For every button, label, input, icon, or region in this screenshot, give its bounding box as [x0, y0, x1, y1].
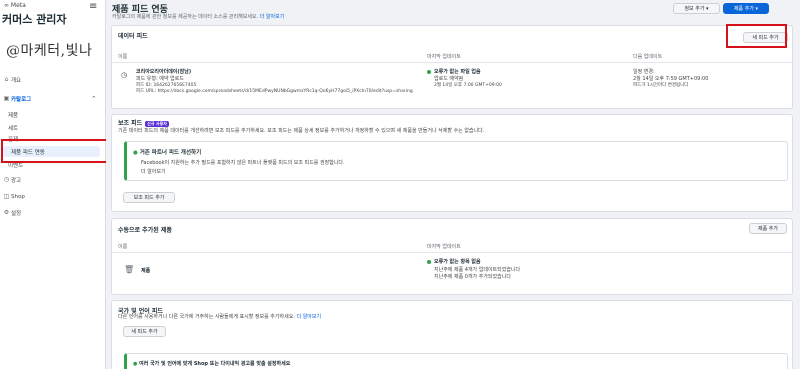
divider: [112, 252, 792, 253]
feed-url: 피드 URL: https://docs.google.com/spreadsh…: [136, 89, 413, 94]
feed-next-sub: 피드가 1시간마다 변경됩니다: [633, 83, 689, 88]
ads-icon: ◷: [3, 176, 10, 183]
feed-status: 오류가 없는 파일 업음: [427, 68, 481, 75]
meta-logo: ∞ Meta: [4, 2, 26, 9]
watermark-handwriting: @마케터,빛나: [6, 43, 93, 59]
manual-line2: 지난주에 제품 0개가 추가되었습니다: [434, 274, 511, 280]
sidebar-item-label: 제품: [8, 112, 19, 119]
status-dot-icon: [427, 69, 431, 74]
sidebar-item-ads[interactable]: ◷ 광고: [0, 174, 104, 185]
highlight-box-sidebar: [1, 139, 113, 163]
info-box-link[interactable]: 더 알아보기: [141, 168, 166, 175]
manual-add-product-button[interactable]: 제품 추가: [749, 223, 787, 234]
menu-icon[interactable]: ≡: [89, 1, 97, 12]
feed-next-date: 2월 14일 오후 7:59 GMT+09:00: [633, 76, 709, 82]
sidebar-item-sets[interactable]: 세트: [0, 122, 104, 133]
sidebar-item-settings[interactable]: ⚙ 설정: [0, 207, 104, 218]
sidebar-item-label: 개요: [11, 77, 22, 84]
home-icon: ⌂: [4, 76, 9, 83]
feed-type: 피드 유형: 예약 업로드: [136, 76, 184, 82]
feed-status-scheduled: 업로드 예약됨: [434, 76, 464, 82]
country-info-text: ● 여러 국가 및 언어에 맞게 Shop 또는 다이내믹 광고를 맞춤 설정하…: [133, 361, 291, 367]
supplementary-desc: 기존 데이터 피드의 제품 데이터를 개선하려면 보조 피드를 추가하세요. 보…: [118, 128, 485, 134]
feed-next-label: 일정 변경:: [633, 69, 655, 75]
manual-products-card: 수동으로 추가된 제품 제품 추가 이름 마지막 업데이트 🗑 제품 오류가 없…: [111, 218, 793, 295]
page-subtitle: 카탈로그의 제품에 관한 정보를 제공하는 데이터 소스를 관리해보세요. 더 …: [112, 14, 285, 20]
bulb-icon: ●: [133, 361, 138, 367]
sidebar-item-overview[interactable]: ⌂ 개요: [0, 74, 104, 85]
col-name: 이름: [118, 54, 128, 60]
add-supplementary-feed-button[interactable]: 보조 피드 추가: [123, 192, 175, 203]
main-content: 제품 피드 연동 카탈로그의 제품에 관한 정보를 제공하는 데이터 소스를 관…: [106, 0, 800, 369]
info-box-title: ● 거존 파트너 피드 개선하기: [133, 150, 202, 156]
manual-status: 오류가 없는 항목 없음: [427, 258, 481, 265]
col-name: 이름: [118, 244, 128, 250]
manual-title: 수동으로 추가된 제품: [118, 227, 172, 234]
sidebar: ∞ Meta ≡ 커머스 관리자 @마케터,빛나 ⌂ 개요 ▣ 카탈로그 ^ 제…: [0, 0, 106, 369]
sidebar-item-label: 설정: [11, 210, 22, 217]
highlight-box-new-feed: [726, 24, 787, 48]
col-next-update: 다음 업데이트: [633, 54, 663, 60]
sidebar-item-label: 세트: [8, 125, 19, 132]
app-title: 커머스 관리자: [2, 13, 67, 26]
data-feeds-card: 데이터 피드 새 피드 추가 이름 마지막 업데이트 다음 업데이트 ◷ 코리아…: [111, 25, 793, 109]
shop-icon: ◫: [3, 193, 10, 200]
supplementary-feeds-card: 보조 피드 신규 사용자 기존 데이터 피드의 제품 데이터를 개선하려면 보조 …: [111, 114, 793, 212]
feed-last-date: 2월 14일 오후 7:00 GMT+09:00: [434, 83, 502, 88]
col-last-update: 마지막 업데이트: [427, 244, 461, 250]
sidebar-item-shop[interactable]: ◫ Shop: [0, 191, 104, 202]
sidebar-item-label: 광고: [11, 177, 22, 184]
status-dot-icon: [427, 259, 431, 264]
learn-more-link[interactable]: 더 알아보기: [260, 14, 285, 20]
bulb-icon: ●: [133, 150, 138, 156]
manual-line1: 지난주에 제품 4개가 업데이트되었습니다: [434, 267, 521, 273]
gear-icon: ⚙: [3, 209, 10, 216]
country-language-card: 국가 및 언어 피드 다른 언어를 사용하거나 다른 국가에 거주하는 사람들에…: [111, 300, 793, 369]
country-info-box: ● 여러 국가 및 언어에 맞게 Shop 또는 다이내믹 광고를 맞춤 설정하…: [124, 353, 788, 369]
add-country-feed-button[interactable]: 새 피드 추가: [123, 326, 166, 337]
add-info-button[interactable]: 정보 추가 ▾: [673, 3, 720, 14]
manual-row-name[interactable]: 제품: [141, 267, 150, 274]
chevron-up-icon: ^: [91, 95, 96, 102]
sidebar-item-products[interactable]: 제품: [0, 109, 104, 120]
supplementary-info-box: ● 거존 파트너 피드 개선하기 Facebook이 지원하는 추가 필드를 포…: [124, 141, 788, 181]
feed-name[interactable]: 코리아오리아더데이(잠남): [136, 68, 191, 75]
info-box-desc: Facebook이 지원하는 추가 필드를 포함하지 않은 파트너 플랫폼 피드…: [141, 160, 345, 166]
supplementary-title: 보조 피드 신규 사용자: [118, 120, 169, 127]
country-desc: 다른 언어를 사용하거나 다른 국가에 거주하는 사람들에게 표시할 정보를 추…: [118, 314, 322, 320]
sidebar-item-catalog[interactable]: ▣ 카탈로그 ^: [0, 93, 104, 104]
sidebar-item-label: 카탈로그: [11, 96, 32, 103]
country-learn-more-link[interactable]: 더 알아보기: [297, 314, 322, 320]
sidebar-item-label: Shop: [11, 193, 25, 200]
data-feeds-title: 데이터 피드: [118, 33, 148, 40]
add-product-button[interactable]: 제품 추가 ▾: [723, 3, 769, 14]
col-last-update: 마지막 업데이트: [427, 54, 461, 60]
catalog-icon: ▣: [3, 95, 10, 102]
divider: [112, 62, 792, 63]
clock-icon: ◷: [121, 71, 128, 79]
trash-icon: 🗑: [124, 265, 135, 274]
